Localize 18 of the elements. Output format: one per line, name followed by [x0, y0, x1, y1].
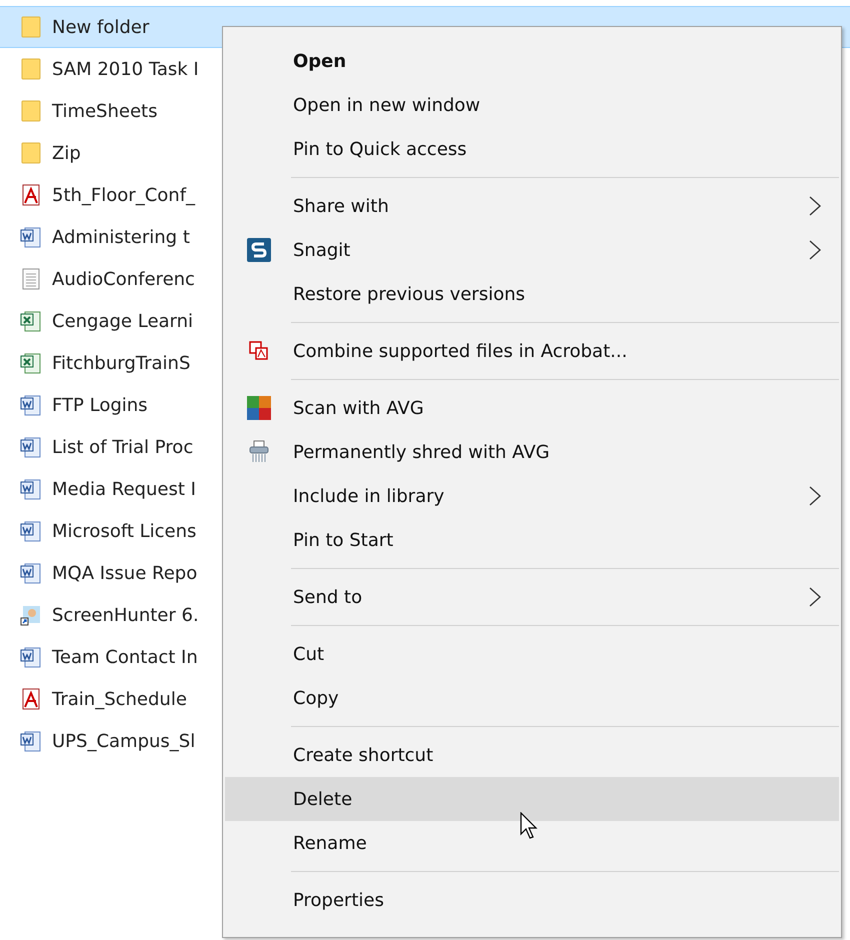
file-name: AudioConferenc [52, 268, 195, 290]
file-name: 5th_Floor_Conf_ [52, 184, 196, 206]
file-name: Zip [52, 142, 81, 164]
file-name: List of Trial Proc [52, 436, 194, 458]
file-name: Train_Schedule [52, 688, 187, 710]
file-name: FTP Logins [52, 394, 148, 416]
file-name: ScreenHunter 6. [52, 604, 199, 626]
file-name: Media Request I [52, 478, 196, 500]
file-name: Administering t [52, 226, 190, 248]
file-name: SAM 2010 Task I [52, 58, 199, 80]
file-name: UPS_Campus_Sl [52, 730, 196, 752]
file-name: New folder [52, 16, 150, 38]
file-name: Cengage Learni [52, 310, 194, 332]
file-name: TimeSheets [52, 100, 158, 122]
file-name: MQA Issue Repo [52, 562, 198, 584]
file-name: FitchburgTrainS [52, 352, 190, 374]
file-name: Team Contact In [52, 646, 198, 668]
file-name: Microsoft Licens [52, 520, 196, 542]
